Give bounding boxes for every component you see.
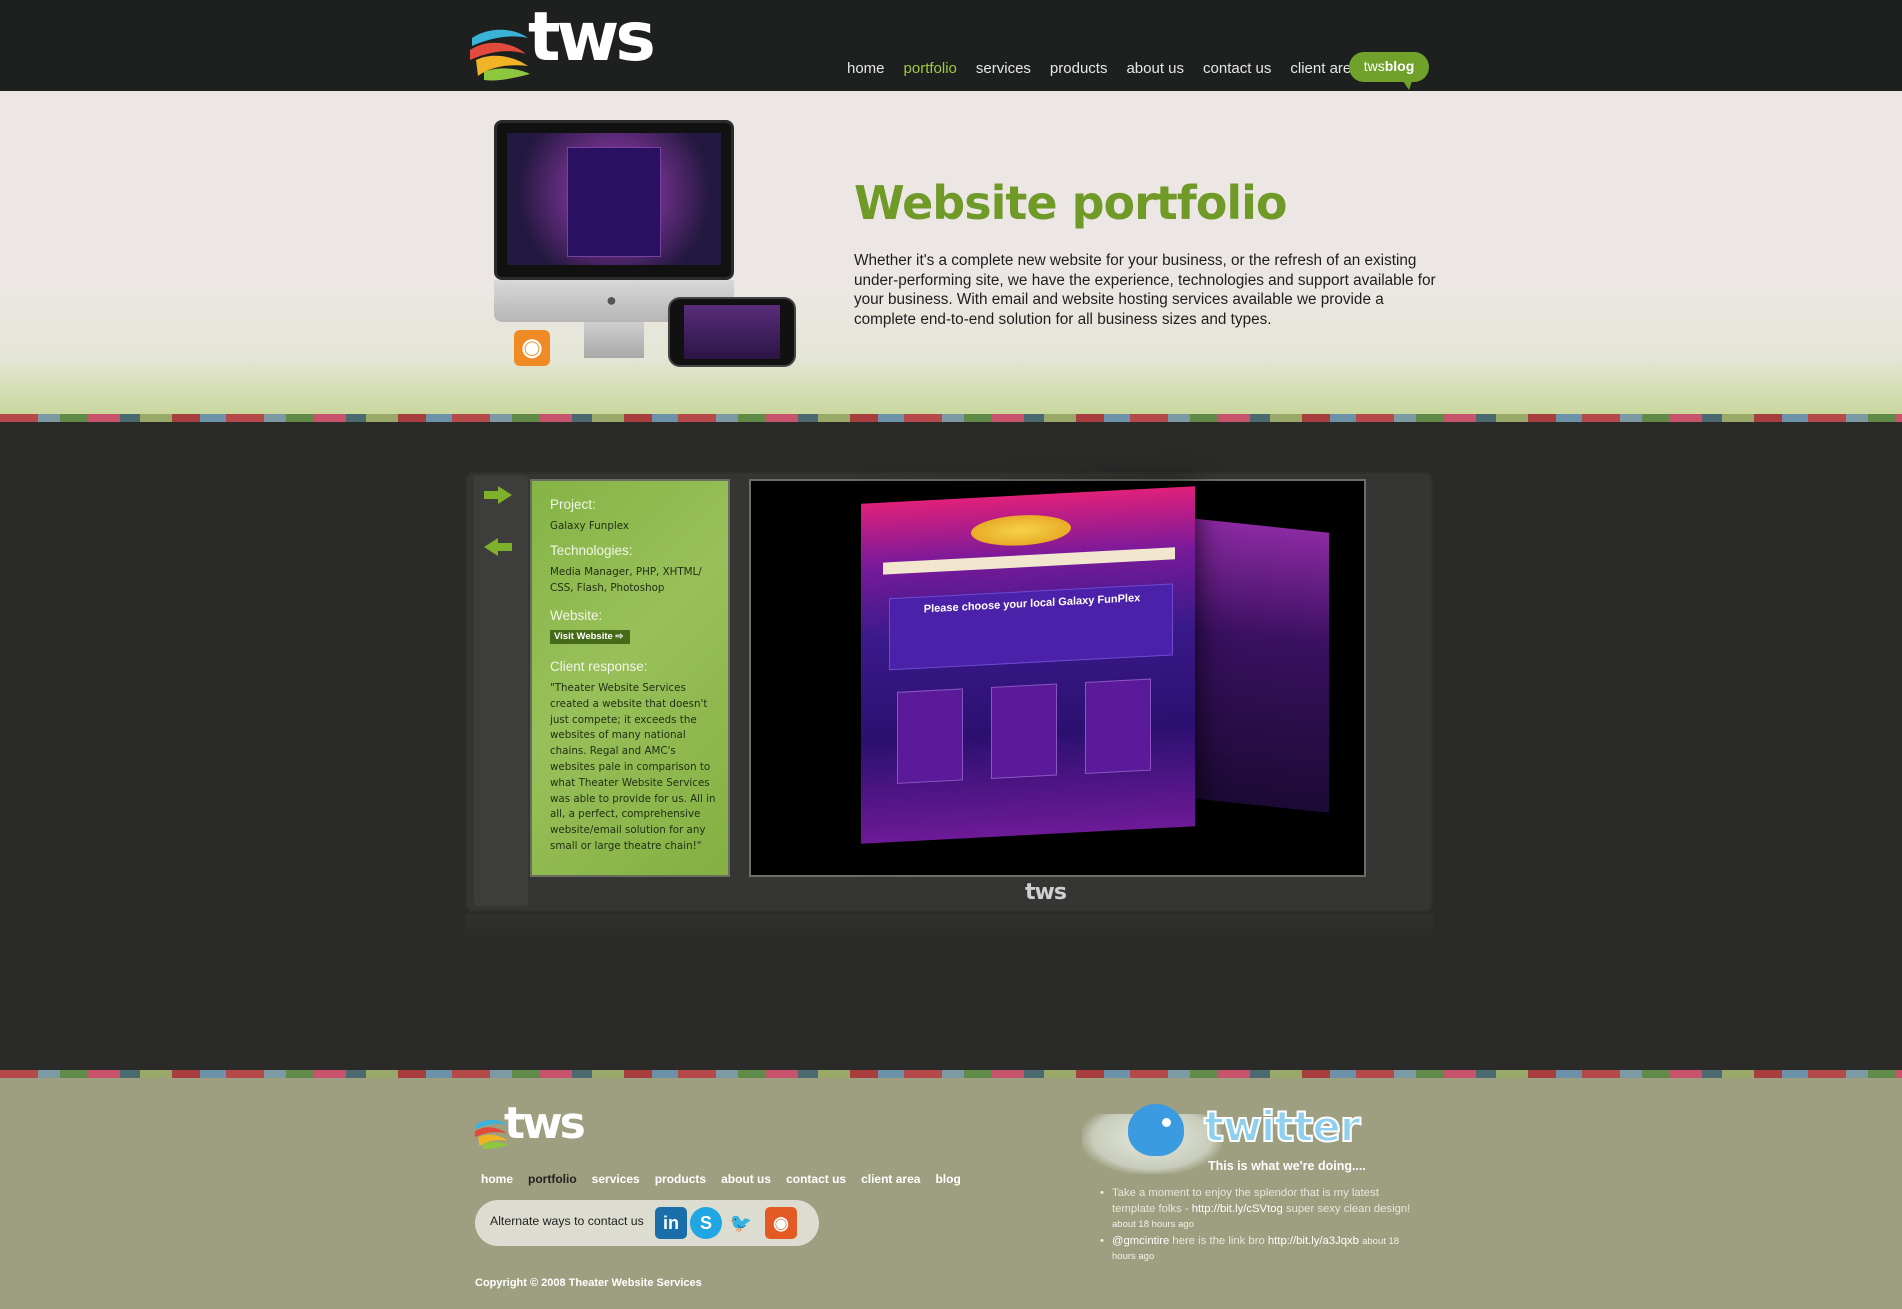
footer-nav-contact-us[interactable]: contact us xyxy=(786,1172,846,1186)
page-title: Website portfolio xyxy=(854,176,1288,230)
imac-screen xyxy=(494,120,734,280)
rss-icon: ◉ xyxy=(514,330,550,366)
apple-logo-icon: ● xyxy=(606,290,617,310)
galaxy-logo-icon xyxy=(971,512,1071,548)
logo-wordmark: tws xyxy=(528,0,656,77)
nav-portfolio[interactable]: portfolio xyxy=(904,60,957,80)
rss-icon[interactable]: ◉ xyxy=(765,1207,797,1239)
twitter-bird-icon[interactable]: 🐦 xyxy=(725,1207,757,1239)
hero-description: Whether it's a complete new website for … xyxy=(854,252,1436,328)
skype-icon[interactable]: S xyxy=(690,1207,722,1239)
contact-label: Alternate ways to contact us xyxy=(490,1214,644,1228)
twitter-wordmark: twitter xyxy=(1203,1101,1362,1152)
tweet-timestamp: about 18 hours ago xyxy=(1112,1219,1194,1230)
website-label: Website: xyxy=(550,608,603,623)
footer-nav: home portfolio services products about u… xyxy=(481,1172,961,1186)
footer-nav-about-us[interactable]: about us xyxy=(721,1172,771,1186)
client-response-label: Client response: xyxy=(550,659,648,674)
next-arrow-icon[interactable] xyxy=(484,486,512,504)
nav-products[interactable]: products xyxy=(1050,60,1108,80)
main-nav: home portfolio services products about u… xyxy=(847,60,1360,80)
project-value: Galaxy Funplex xyxy=(550,520,629,532)
footer-nav-client-area[interactable]: client area xyxy=(861,1172,920,1186)
prev-arrow-icon[interactable] xyxy=(484,538,512,556)
footer-nav-blog[interactable]: blog xyxy=(935,1172,960,1186)
nav-services[interactable]: services xyxy=(976,60,1031,80)
technologies-value: Media Manager, PHP, XHTML/ CSS, Flash, P… xyxy=(550,566,702,594)
project-info-box: Project: Galaxy Funplex Technologies: Me… xyxy=(530,479,730,877)
technologies-label: Technologies: xyxy=(550,543,633,558)
blog-button[interactable]: twsblog xyxy=(1349,52,1429,90)
iphone-illustration xyxy=(668,297,796,367)
project-label: Project: xyxy=(550,497,596,512)
client-response-value: "Theater Website Services created a webs… xyxy=(550,682,716,852)
site-footer xyxy=(0,1078,1902,1309)
screenshot-tws-logo: tws xyxy=(1025,880,1067,905)
visit-website-button[interactable]: Visit Website ⇨ xyxy=(550,630,630,644)
footer-nav-products[interactable]: products xyxy=(655,1172,706,1186)
tweet-list: Take a moment to enjoy the splendor that… xyxy=(1100,1186,1424,1266)
color-stripe-divider xyxy=(0,414,1902,422)
color-stripe-divider xyxy=(0,1070,1902,1078)
list-item: @gmcintire here is the link bro http://b… xyxy=(1100,1234,1424,1265)
leaf-swoosh-icon xyxy=(470,29,530,81)
nav-about-us[interactable]: about us xyxy=(1126,60,1184,80)
copyright: Copyright © 2008 Theater Website Service… xyxy=(475,1277,702,1289)
screenshot-page: Please choose your local Galaxy FunPlex xyxy=(861,486,1195,844)
linkedin-icon[interactable]: in xyxy=(655,1207,687,1239)
nav-contact-us[interactable]: contact us xyxy=(1203,60,1271,80)
twitter-bird-mascot-icon xyxy=(1128,1104,1184,1156)
screenshot-heading: Please choose your local Galaxy FunPlex xyxy=(923,592,1141,616)
blog-button-label: blog xyxy=(1384,58,1415,74)
project-screenshot: Please choose your local Galaxy FunPlex xyxy=(749,479,1366,877)
footer-logo-wordmark: tws xyxy=(504,1098,586,1149)
tweet-link[interactable]: http://bit.ly/cSVtog xyxy=(1192,1203,1283,1215)
tws-logo[interactable]: tws xyxy=(470,0,660,86)
twitter-tagline: This is what we're doing.... xyxy=(1208,1159,1366,1173)
footer-nav-portfolio[interactable]: portfolio xyxy=(528,1172,577,1186)
footer-tws-logo[interactable]: tws xyxy=(474,1098,594,1154)
footer-nav-home[interactable]: home xyxy=(481,1172,513,1186)
nav-home[interactable]: home xyxy=(847,60,885,80)
list-item: Take a moment to enjoy the splendor that… xyxy=(1100,1186,1424,1233)
footer-nav-services[interactable]: services xyxy=(592,1172,640,1186)
tweet-link[interactable]: http://bit.ly/a3Jqxb xyxy=(1268,1235,1359,1247)
blog-button-prefix: tws xyxy=(1363,58,1385,74)
tweet-mention[interactable]: @gmcintire xyxy=(1112,1235,1169,1247)
